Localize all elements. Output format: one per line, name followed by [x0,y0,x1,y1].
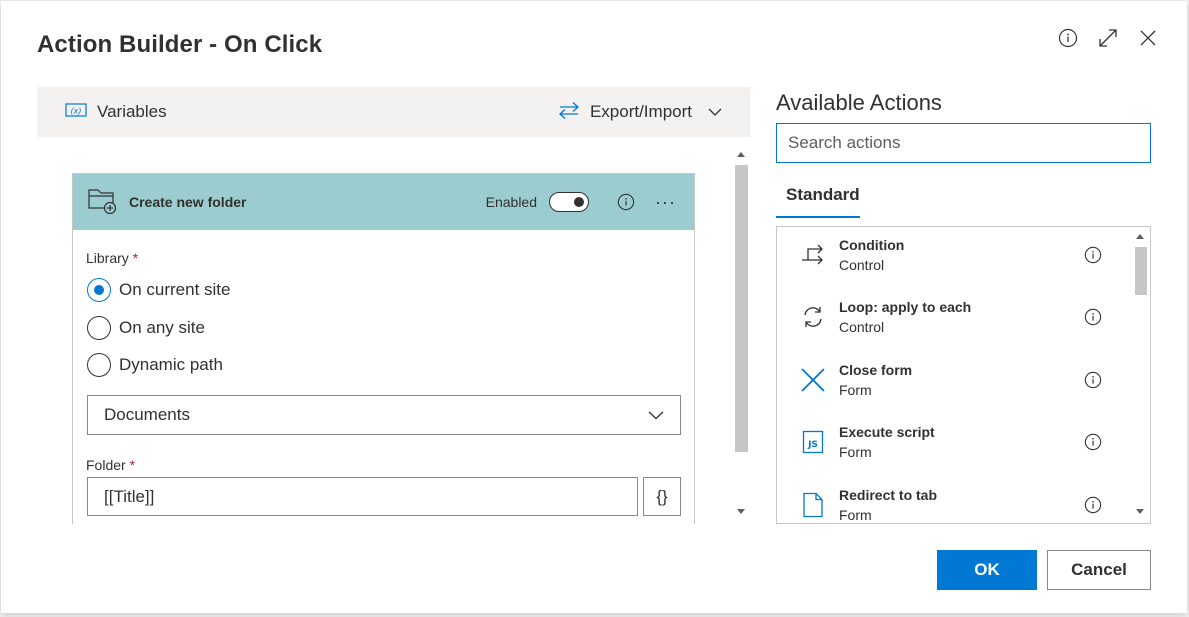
folder-add-icon [87,186,117,219]
variables-label: Variables [97,102,167,121]
folder-field-label: Folder * [86,457,135,473]
expand-icon[interactable] [1097,27,1119,49]
info-icon[interactable] [1083,432,1103,452]
radio-circle[interactable] [87,353,111,377]
document-icon [799,491,827,519]
action-category: Control [839,257,885,273]
scroll-up-icon[interactable] [1136,233,1144,239]
action-builder-dialog: Action Builder - On Click (x) Variables … [1,1,1187,613]
library-dropdown-value: Documents [104,405,190,424]
info-icon[interactable] [1057,27,1079,49]
info-icon[interactable] [1083,307,1103,327]
export-import-button[interactable]: Export/Import [558,101,722,124]
info-icon[interactable] [617,193,635,211]
variables-icon: (x) [65,102,87,123]
action-item-close-form[interactable]: Close form Form [777,352,1131,414]
action-name: Execute script [839,424,935,440]
loop-icon [799,303,827,331]
library-field-label: Library * [86,250,138,266]
required-mark: * [132,250,139,266]
ok-button[interactable]: OK [937,550,1037,590]
info-icon[interactable] [1083,245,1103,265]
close-icon[interactable] [1137,27,1159,49]
library-dropdown[interactable]: Documents [87,395,681,435]
folder-input[interactable] [87,477,638,516]
tab-standard[interactable]: Standard [786,185,860,205]
canvas-scrollbar[interactable] [732,143,750,524]
required-mark: * [129,457,136,473]
search-actions-input[interactable] [776,123,1151,163]
available-actions-title: Available Actions [776,90,942,115]
action-item-execute-script[interactable]: JS Execute script Form [777,414,1131,476]
actions-list-scrollbar[interactable] [1130,227,1150,523]
info-icon[interactable] [1083,495,1103,515]
action-category: Form [839,507,872,523]
action-item-loop[interactable]: Loop: apply to each Control [777,289,1131,351]
active-tab-indicator [776,216,860,218]
scroll-up-icon[interactable] [736,149,746,159]
action-name: Condition [839,237,905,253]
scrollbar-thumb[interactable] [1135,247,1147,295]
action-name: Loop: apply to each [839,299,972,315]
variables-button[interactable]: (x) Variables [65,102,167,123]
dialog-title: Action Builder - On Click [37,31,323,58]
radio-circle[interactable] [87,316,111,340]
action-card-header[interactable]: Create new folder Enabled ··· [73,174,694,230]
action-card-title: Create new folder [129,194,247,210]
radio-dynamic-path[interactable]: Dynamic path [87,353,223,377]
action-category: Form [839,382,872,398]
cancel-button[interactable]: Cancel [1047,550,1151,590]
action-item-redirect-to-tab[interactable]: Redirect to tab Form [777,477,1131,523]
condition-icon [799,241,827,269]
swap-arrows-icon [558,101,580,124]
scrollbar-thumb[interactable] [735,165,748,452]
chevron-down-icon [648,405,664,425]
action-category: Form [839,444,872,460]
radio-on-any-site[interactable]: On any site [87,316,205,340]
radio-label: On any site [119,318,205,337]
action-name: Close form [839,362,913,378]
chevron-down-icon [708,102,722,122]
script-icon: JS [799,428,827,456]
radio-on-current-site[interactable]: On current site [87,278,231,302]
dialog-window-controls [1057,27,1159,49]
scroll-down-icon[interactable] [1136,509,1144,515]
radio-circle[interactable] [87,278,111,302]
folder-label-text: Folder [86,457,126,473]
radio-label: On current site [119,280,231,299]
radio-label: Dynamic path [119,355,223,374]
action-card-create-folder: Create new folder Enabled ··· Library * … [72,173,695,524]
builder-toolbar: (x) Variables Export/Import [37,87,750,137]
library-label-text: Library [86,250,129,266]
close-form-icon [799,366,827,394]
scroll-down-icon[interactable] [736,507,746,517]
svg-text:JS: JS [807,440,818,450]
action-canvas: Create new folder Enabled ··· Library * … [37,143,750,524]
insert-variable-button[interactable]: {} [643,477,681,516]
svg-text:(x): (x) [71,106,82,115]
action-item-condition[interactable]: Condition Control [777,227,1131,289]
export-import-label: Export/Import [589,102,692,121]
info-icon[interactable] [1083,370,1103,390]
available-actions-list: Condition Control Loop: apply to each Co… [776,226,1151,524]
action-category: Control [839,319,885,335]
action-name: Redirect to tab [839,487,938,503]
more-options-icon[interactable]: ··· [655,192,676,213]
enabled-toggle[interactable] [549,192,590,212]
enabled-label: Enabled [485,194,538,210]
